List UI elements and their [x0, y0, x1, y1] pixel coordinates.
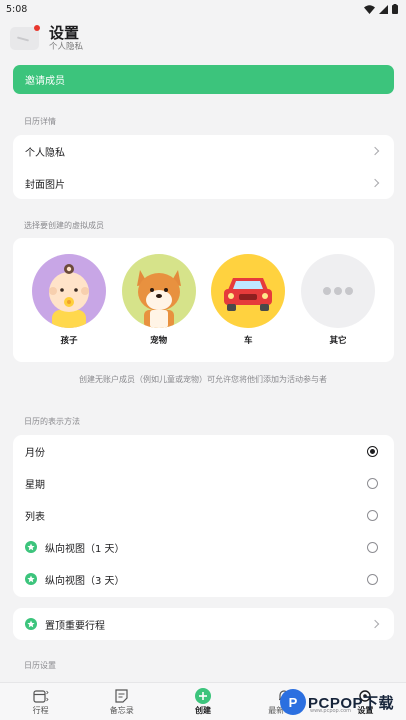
radio-unselected[interactable]: [367, 477, 378, 489]
more-dots-icon: [300, 254, 375, 328]
radio-unselected[interactable]: [367, 573, 378, 585]
nav-label: 行程: [32, 705, 49, 715]
calendar-avatar[interactable]: [10, 24, 40, 50]
section-label-calendar-details: 日历详情: [24, 117, 56, 126]
nav-label: 备忘录: [109, 705, 134, 715]
memo-icon: [115, 688, 128, 704]
menu-item-label: 置顶重要行程: [45, 620, 105, 632]
menu-item-label: 封面图片: [25, 179, 65, 191]
option-label: 月份: [25, 447, 45, 459]
add-circle-icon: [195, 687, 211, 704]
radio-unselected[interactable]: [367, 541, 378, 553]
star-icon: [25, 618, 37, 630]
nav-tab-schedule[interactable]: 行程: [0, 683, 81, 720]
member-option-pet[interactable]: 宠物: [121, 254, 196, 346]
pin-important-card: 置顶重要行程: [13, 608, 394, 640]
menu-item-label: 个人隐私: [25, 147, 65, 159]
nav-tab-memo[interactable]: 备忘录: [81, 683, 162, 720]
display-option-list[interactable]: 列表: [13, 499, 394, 531]
member-option-child[interactable]: 孩子: [32, 254, 106, 346]
display-method-card: 月份 星期 列表 纵向视图（1 天） 纵向视图（3 天）: [13, 435, 394, 597]
member-label: 孩子: [60, 336, 78, 346]
star-icon: [25, 573, 37, 585]
section-label-display-method: 日历的表示方法: [24, 417, 80, 426]
member-option-car[interactable]: 车: [211, 254, 286, 346]
nav-tab-create[interactable]: 创建: [162, 683, 243, 720]
display-option-vertical-3day[interactable]: 纵向视图（3 天）: [13, 563, 394, 595]
radio-unselected[interactable]: [367, 509, 378, 521]
nav-label: 创建: [195, 705, 211, 715]
member-option-other[interactable]: 其它: [300, 254, 375, 346]
star-icon: [25, 541, 37, 553]
pcpop-logo-icon: P: [280, 689, 306, 715]
header: 设置 个人隐私: [10, 20, 396, 56]
virtual-members-hint: 创建无账户成员（例如儿童或宠物）可允许您将他们添加为活动参与者: [79, 375, 327, 384]
menu-item-pin-important[interactable]: 置顶重要行程: [13, 608, 394, 640]
option-label: 纵向视图（3 天）: [45, 575, 125, 587]
option-label: 星期: [25, 479, 45, 491]
section-label-calendar-settings: 日历设置: [24, 661, 56, 670]
watermark-subtext: www.pcpop.com: [310, 708, 351, 714]
status-icons: [364, 4, 398, 14]
display-option-week[interactable]: 星期: [13, 467, 394, 499]
page-title: 设置: [49, 23, 80, 42]
display-option-month[interactable]: 月份: [13, 435, 394, 467]
calendar-icon: [32, 688, 49, 704]
chevron-right-icon: [370, 178, 380, 188]
chevron-right-icon: [370, 146, 380, 156]
invite-members-button[interactable]: 邀请成员: [13, 65, 394, 94]
status-time: 5:08: [6, 3, 28, 15]
cellular-icon: [379, 4, 388, 14]
option-label: 纵向视图（1 天）: [45, 543, 125, 555]
child-avatar-icon: [32, 254, 106, 328]
member-label: 宠物: [150, 336, 168, 346]
battery-icon: [392, 4, 398, 14]
member-label: 其它: [329, 336, 347, 346]
calendar-details-card: 个人隐私 封面图片: [13, 135, 394, 199]
notification-dot: [34, 24, 40, 31]
page-subtitle: 个人隐私: [49, 41, 84, 52]
virtual-members-card: 孩子 宠物 车 其它: [13, 238, 394, 362]
pcpop-watermark: P PCPOP下载 www.pcpop.com: [280, 684, 406, 720]
status-bar: 5:08: [0, 0, 406, 18]
radio-selected[interactable]: [367, 445, 378, 457]
section-label-virtual-members: 选择要创建的虚拟成员: [24, 221, 104, 230]
wifi-icon: [364, 4, 375, 14]
car-avatar-icon: [211, 254, 286, 328]
menu-item-privacy[interactable]: 个人隐私: [13, 135, 394, 167]
option-label: 列表: [25, 511, 45, 523]
display-option-vertical-1day[interactable]: 纵向视图（1 天）: [13, 531, 394, 563]
member-label: 车: [244, 336, 253, 346]
chevron-right-icon: [370, 619, 380, 629]
menu-item-cover-image[interactable]: 封面图片: [13, 167, 394, 199]
dog-avatar-icon: [121, 254, 196, 328]
